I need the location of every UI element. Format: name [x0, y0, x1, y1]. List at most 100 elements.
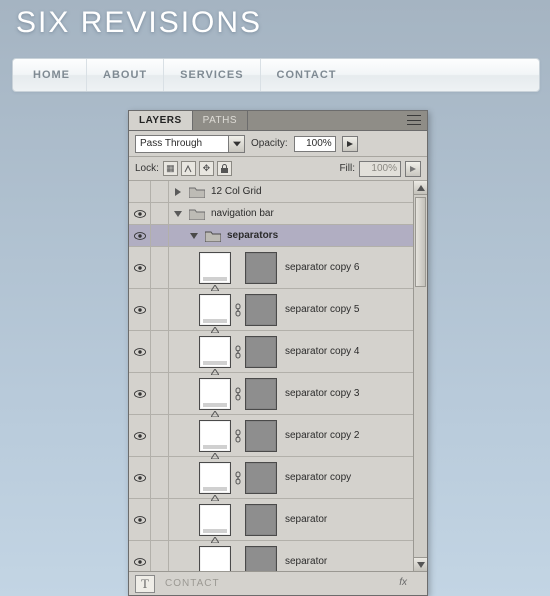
opacity-input[interactable]: 100% — [294, 136, 336, 152]
visibility-toggle[interactable] — [129, 331, 151, 372]
layer-row-separator[interactable]: separator — [129, 499, 427, 541]
tab-paths[interactable]: PATHS — [193, 111, 248, 130]
link-col — [151, 457, 169, 498]
scroll-up-button[interactable] — [414, 181, 427, 195]
layer-row-separator[interactable]: separator copy 2 — [129, 415, 427, 457]
lock-position-icon[interactable]: ✥ — [199, 161, 214, 176]
mask-thumbnail[interactable] — [245, 336, 277, 368]
visibility-toggle[interactable] — [129, 373, 151, 414]
fill-flyout-button[interactable] — [405, 161, 421, 177]
visibility-toggle[interactable] — [129, 289, 151, 330]
scrollbar[interactable] — [413, 181, 427, 571]
layer-name: separator copy 2 — [277, 415, 360, 456]
lock-label: Lock: — [135, 163, 159, 174]
visibility-toggle[interactable] — [129, 225, 151, 246]
layer-name: separator copy 6 — [277, 247, 360, 288]
layer-thumbs — [169, 457, 277, 498]
mask-thumbnail[interactable] — [245, 462, 277, 494]
layer-row-separator[interactable]: separator copy 6 — [129, 247, 427, 289]
layer-row-separator[interactable]: separator copy 5 — [129, 289, 427, 331]
fill-input[interactable]: 100% — [359, 161, 401, 177]
lock-all-icon[interactable] — [217, 161, 232, 176]
panel-lock-row: Lock: ▦ ✥ Fill: 100% — [129, 157, 427, 181]
link-col — [151, 247, 169, 288]
visibility-toggle[interactable] — [129, 247, 151, 288]
nav-services[interactable]: SERVICES — [164, 59, 260, 91]
layer-thumbnail[interactable] — [199, 504, 231, 536]
mask-thumbnail[interactable] — [245, 252, 277, 284]
lock-transparency-icon[interactable]: ▦ — [163, 161, 178, 176]
layer-thumbs — [169, 289, 277, 330]
visibility-toggle[interactable] — [129, 415, 151, 456]
link-col — [151, 499, 169, 540]
visibility-toggle[interactable] — [129, 203, 151, 224]
layer-thumbnail[interactable] — [199, 336, 231, 368]
layer-group-grid[interactable]: 12 Col Grid — [129, 181, 427, 203]
layer-thumbs — [169, 499, 277, 540]
link-col — [151, 203, 169, 224]
link-col — [151, 289, 169, 330]
disclosure-open-icon[interactable] — [173, 209, 183, 219]
panel-tabs: LAYERS PATHS — [129, 111, 427, 131]
visibility-toggle[interactable] — [129, 541, 151, 571]
layer-name: separator — [277, 541, 327, 571]
panel-menu-icon[interactable] — [407, 115, 421, 125]
eye-icon — [134, 516, 146, 524]
mask-thumbnail[interactable] — [245, 420, 277, 452]
layer-group-navbar[interactable]: navigation bar — [129, 203, 427, 225]
mask-thumbnail[interactable] — [245, 546, 277, 572]
layer-thumbs — [169, 331, 277, 372]
footer-layer-name: CONTACT — [165, 578, 220, 589]
layers-panel: LAYERS PATHS Pass Through Opacity: 100% … — [128, 110, 428, 596]
mask-thumbnail[interactable] — [245, 378, 277, 410]
layer-name: separator — [277, 499, 327, 540]
link-col — [151, 373, 169, 414]
mask-thumbnail[interactable] — [245, 294, 277, 326]
layer-name: separator copy — [277, 457, 351, 498]
layer-thumbs — [169, 541, 277, 571]
layer-group-separators[interactable]: separators — [129, 225, 427, 247]
lock-icons-group: ▦ ✥ — [163, 161, 232, 176]
navigation-bar: HOME ABOUT SERVICES CONTACT — [12, 58, 540, 92]
layer-row-separator[interactable]: separator copy 3 — [129, 373, 427, 415]
layer-thumbnail[interactable] — [199, 294, 231, 326]
fill-label: Fill: — [339, 163, 355, 174]
scroll-down-button[interactable] — [414, 557, 427, 571]
chevron-down-icon — [228, 136, 244, 152]
eye-icon — [134, 232, 146, 240]
opacity-flyout-button[interactable] — [342, 136, 358, 152]
disclosure-open-icon[interactable] — [189, 231, 199, 241]
layer-thumbnail[interactable] — [199, 378, 231, 410]
blend-mode-select[interactable]: Pass Through — [135, 135, 245, 153]
link-icon — [233, 303, 243, 317]
tab-layers[interactable]: LAYERS — [129, 111, 193, 130]
eye-icon — [134, 558, 146, 566]
visibility-toggle[interactable] — [129, 181, 151, 202]
eye-icon — [134, 474, 146, 482]
lock-pixels-icon[interactable] — [181, 161, 196, 176]
layer-row-separator[interactable]: separator copy 4 — [129, 331, 427, 373]
layer-name: separator copy 3 — [277, 373, 360, 414]
layer-name: separators — [227, 230, 278, 241]
eye-icon — [134, 210, 146, 218]
blend-mode-value: Pass Through — [140, 138, 202, 149]
folder-icon — [189, 186, 205, 198]
layer-thumbnail[interactable] — [199, 252, 231, 284]
layer-name: separator copy 4 — [277, 331, 360, 372]
nav-home[interactable]: HOME — [17, 59, 87, 91]
layer-name: 12 Col Grid — [211, 186, 262, 197]
mask-thumbnail[interactable] — [245, 504, 277, 536]
nav-contact[interactable]: CONTACT — [261, 59, 353, 91]
layer-thumbnail[interactable] — [199, 462, 231, 494]
scroll-thumb[interactable] — [415, 197, 426, 287]
layer-list-area: 12 Col Grid navigation bar — [129, 181, 427, 571]
nav-about[interactable]: ABOUT — [87, 59, 164, 91]
disclosure-closed-icon[interactable] — [173, 187, 183, 197]
layer-row-separator[interactable]: separator — [129, 541, 427, 571]
visibility-toggle[interactable] — [129, 457, 151, 498]
opacity-label: Opacity: — [251, 138, 288, 149]
layer-thumbnail[interactable] — [199, 546, 231, 572]
layer-row-separator[interactable]: separator copy — [129, 457, 427, 499]
layer-thumbnail[interactable] — [199, 420, 231, 452]
visibility-toggle[interactable] — [129, 499, 151, 540]
